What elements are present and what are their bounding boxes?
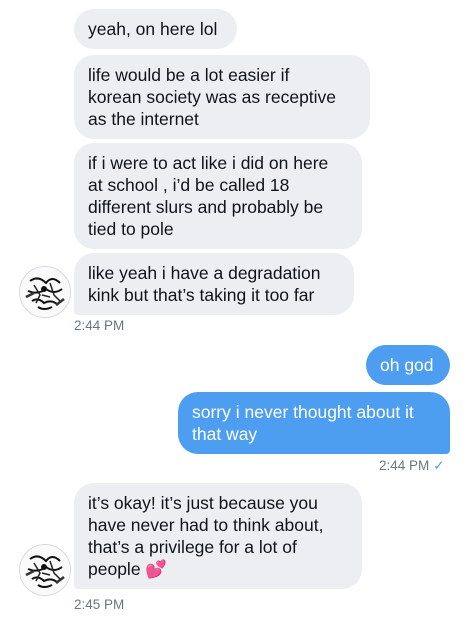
message-bubble-incoming[interactable]: if i were to act like i did on here at s…: [74, 143, 362, 249]
message-bubble-outgoing[interactable]: sorry i never thought about it that way: [178, 392, 450, 454]
timestamp: 2:44 PM: [74, 318, 125, 333]
message-bubble-incoming[interactable]: yeah, on here lol: [74, 9, 237, 49]
read-check-icon: ✓: [433, 458, 445, 473]
message-bubble-outgoing[interactable]: oh god: [366, 345, 450, 385]
avatar-sketch-icon: [20, 267, 70, 317]
sender-avatar[interactable]: [19, 544, 71, 596]
sender-avatar[interactable]: [19, 266, 71, 318]
message-bubble-incoming[interactable]: it’s okay! it’s just because you have ne…: [74, 483, 362, 589]
message-bubble-incoming[interactable]: like yeah i have a degradation kink but …: [74, 253, 354, 315]
message-bubble-incoming[interactable]: life would be a lot easier if korean soc…: [74, 55, 370, 139]
timestamp-text: 2:44 PM: [379, 458, 430, 473]
timestamp-read: 2:44 PM ✓: [379, 458, 445, 474]
timestamp: 2:45 PM: [74, 597, 125, 612]
avatar-sketch-icon: [20, 545, 70, 595]
